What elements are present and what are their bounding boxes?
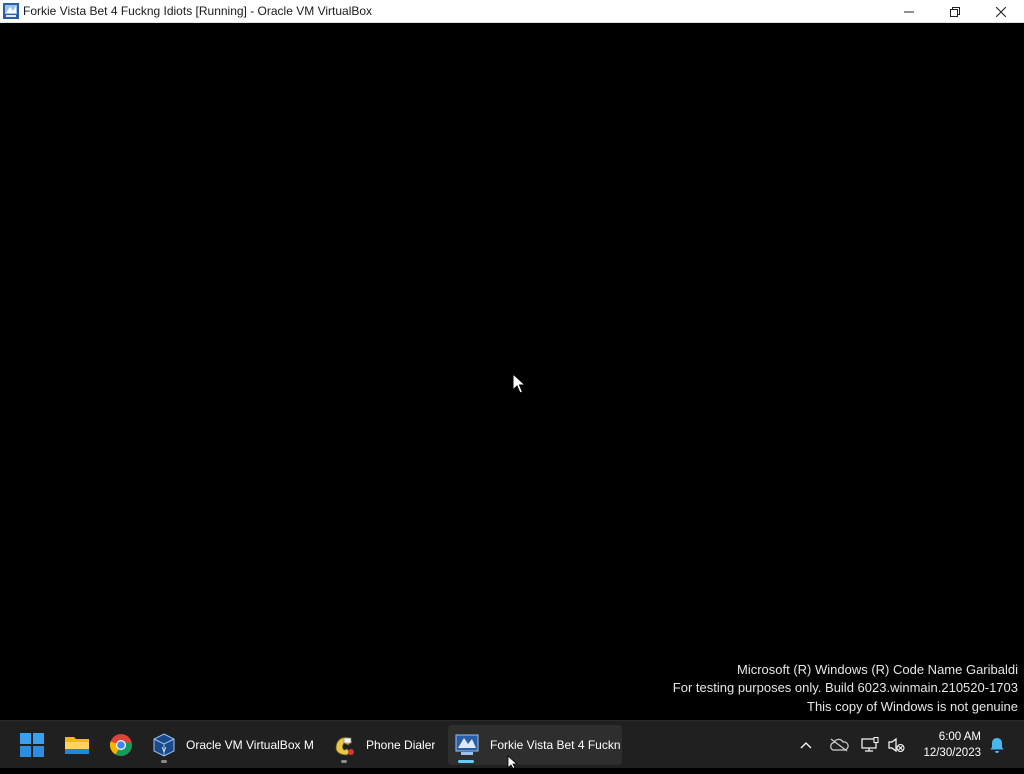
taskbar-app-phone-dialer[interactable]: Phone Dialer — [326, 725, 442, 765]
file-explorer-icon — [65, 737, 89, 754]
watermark-line-3: This copy of Windows is not genuine — [807, 698, 1018, 714]
title-bar: Forkie Vista Bet 4 Fuckng Idiots [Runnin… — [0, 0, 1024, 23]
taskbar-app-virtualbox[interactable]: V Oracle VM VirtualBox M — [146, 725, 318, 765]
running-indicator — [341, 760, 347, 763]
notification-tray — [985, 721, 1009, 769]
vm-display[interactable]: Microsoft (R) Windows (R) Code Name Gari… — [0, 23, 1024, 720]
windows-start-icon — [20, 733, 44, 757]
svg-text:V: V — [162, 747, 167, 754]
window-title: Forkie Vista Bet 4 Fuckng Idiots [Runnin… — [23, 4, 373, 18]
network-icon[interactable] — [858, 733, 882, 757]
minimize-icon — [904, 11, 914, 12]
vista-vm-icon — [454, 733, 480, 757]
network-tray — [858, 721, 882, 769]
onedrive-offline-icon[interactable] — [827, 733, 851, 757]
clock-time: 6:00 AM — [938, 731, 981, 743]
restore-button[interactable] — [932, 0, 978, 23]
phone-dialer-icon — [332, 733, 356, 757]
build-watermark: Microsoft (R) Windows (R) Code Name Gari… — [673, 661, 1018, 717]
taskbar-app-label: Forkie Vista Bet 4 Fuckn — [490, 738, 621, 752]
chrome-icon — [109, 734, 132, 756]
active-indicator — [458, 760, 474, 763]
chrome-button[interactable] — [105, 729, 137, 761]
taskbar-app-label: Oracle VM VirtualBox M — [186, 738, 314, 752]
close-icon — [996, 6, 1006, 17]
virtualbox-icon: V — [152, 733, 176, 757]
close-button[interactable] — [978, 0, 1024, 23]
chevron-up-icon[interactable] — [794, 733, 818, 757]
watermark-line-2: For testing purposes only. Build 6023.wi… — [672, 680, 1018, 695]
taskbar-app-vista-vm[interactable]: Forkie Vista Bet 4 Fuckn — [448, 725, 622, 765]
onedrive-tray — [827, 721, 851, 769]
volume-tray — [884, 721, 908, 769]
watermark-line-1: Microsoft (R) Windows (R) Code Name Gari… — [736, 661, 1018, 677]
mouse-cursor-icon — [507, 755, 519, 774]
start-button[interactable] — [16, 729, 48, 761]
taskbar-app-label: Phone Dialer — [366, 738, 436, 752]
mouse-cursor-icon — [512, 372, 527, 400]
notification-bell-icon[interactable] — [985, 733, 1009, 757]
clock-date: 12/30/2023 — [923, 747, 981, 759]
volume-muted-icon[interactable] — [884, 733, 908, 757]
minimize-button[interactable] — [886, 0, 932, 23]
system-tray — [794, 721, 818, 769]
restore-icon — [950, 6, 960, 17]
file-explorer-button[interactable] — [61, 729, 93, 761]
running-indicator — [161, 760, 167, 763]
clock[interactable]: 6:00 AM 12/30/2023 — [923, 729, 981, 761]
taskbar: V Oracle VM VirtualBox M Phone Dialer Fo… — [0, 720, 1024, 770]
virtualbox-vista-app-icon[interactable] — [3, 3, 19, 19]
